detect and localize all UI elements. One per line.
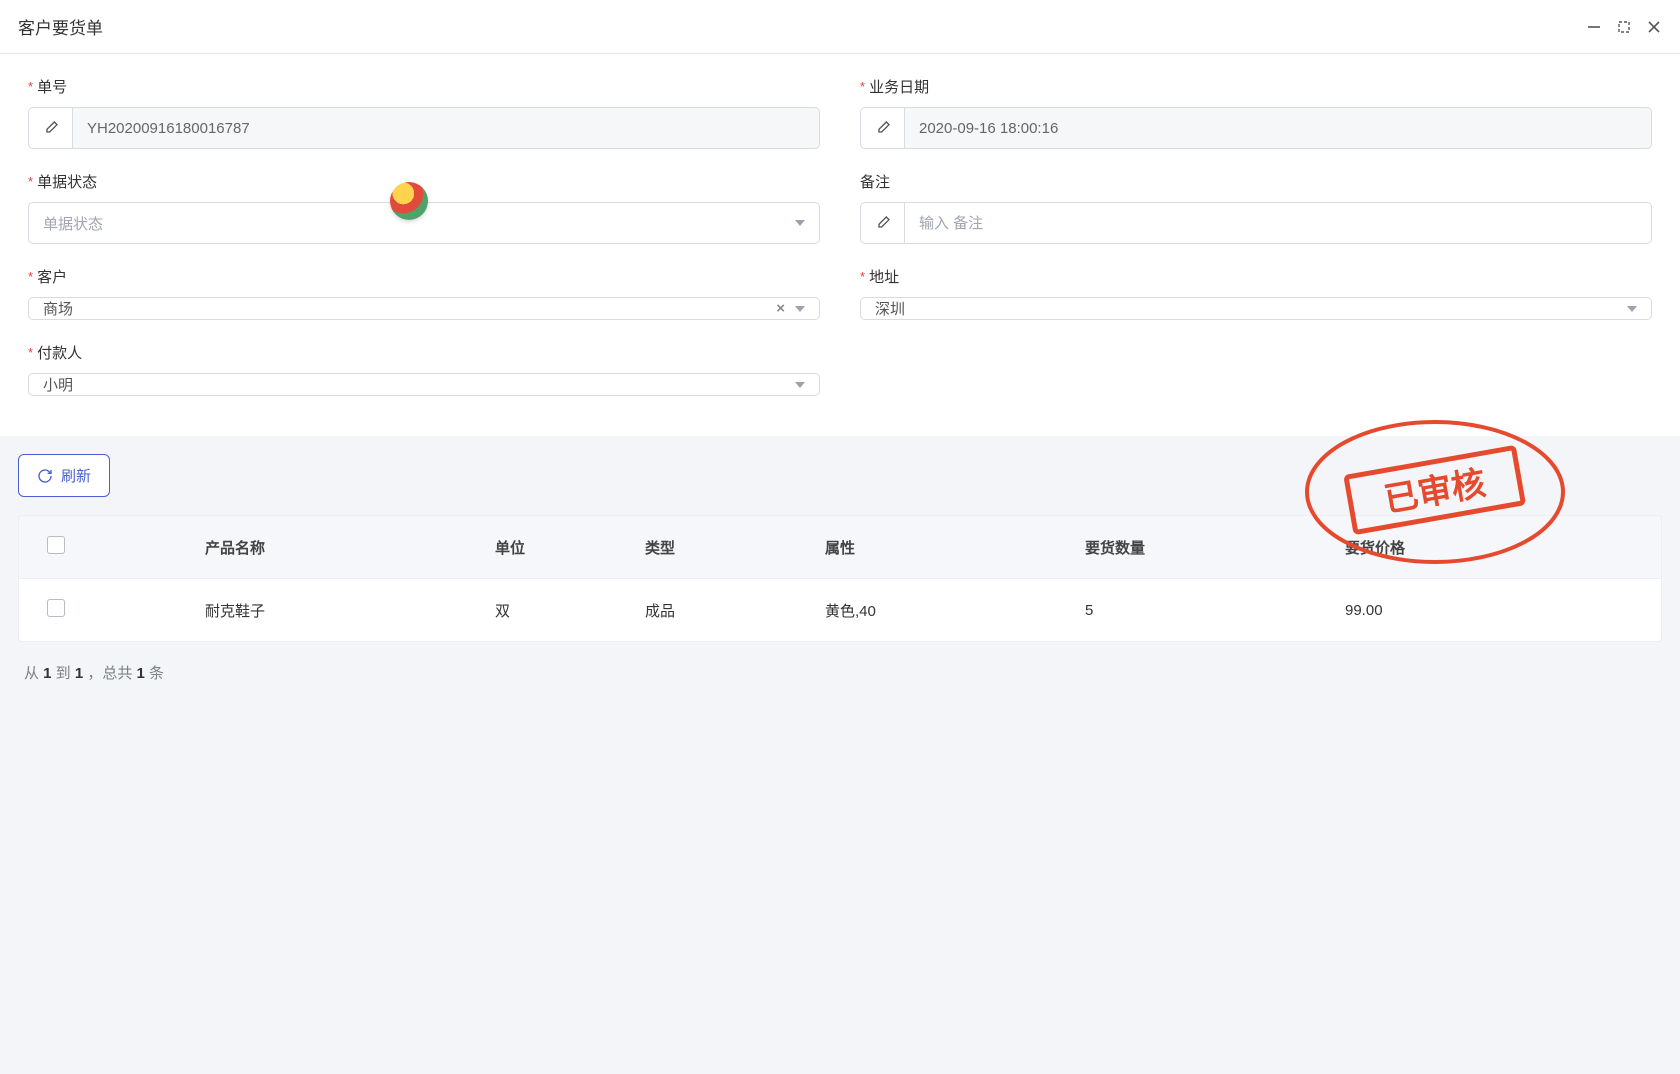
cell-unit: 双 [479, 579, 629, 642]
table-row[interactable]: 耐克鞋子 双 成品 黄色,40 5 99.00 [19, 579, 1661, 642]
label-payer: 付款人 [37, 342, 82, 363]
maximize-button[interactable] [1616, 19, 1632, 35]
select-all-checkbox[interactable] [47, 536, 65, 554]
field-customer: * 客户 商场 × [28, 266, 820, 320]
cell-type: 成品 [629, 579, 809, 642]
order-no-input[interactable] [72, 107, 820, 149]
minimize-button[interactable] [1586, 19, 1602, 35]
refresh-icon [37, 468, 53, 484]
required-star: * [28, 269, 33, 284]
close-button[interactable] [1646, 19, 1662, 35]
col-header-type: 类型 [629, 516, 809, 579]
label-biz-date: 业务日期 [869, 76, 929, 97]
refresh-button[interactable]: 刷新 [18, 454, 110, 497]
label-customer: 客户 [37, 266, 67, 287]
decorative-fruit-icon [390, 182, 428, 220]
address-select[interactable]: 深圳 [860, 297, 1652, 320]
clear-icon[interactable]: × [776, 300, 785, 317]
table-header-row: 产品名称 单位 类型 属性 要货数量 要货价格 [19, 516, 1661, 579]
cell-name: 耐克鞋子 [189, 579, 479, 642]
chevron-down-icon [795, 220, 805, 226]
field-remark: 备注 [860, 171, 1652, 244]
chevron-down-icon [795, 382, 805, 388]
cell-price: 99.00 [1329, 579, 1661, 642]
edit-icon[interactable] [860, 107, 904, 149]
label-status: 单据状态 [37, 171, 97, 192]
required-star: * [28, 174, 33, 189]
col-header-name: 产品名称 [189, 516, 479, 579]
window-controls [1586, 19, 1662, 35]
address-value: 深圳 [875, 298, 905, 319]
products-table: 产品名称 单位 类型 属性 要货数量 要货价格 耐克鞋子 双 成品 黄色,40 … [18, 515, 1662, 642]
col-header-price: 要货价格 [1329, 516, 1661, 579]
required-star: * [28, 79, 33, 94]
field-address: * 地址 深圳 [860, 266, 1652, 320]
payer-value: 小明 [43, 374, 73, 395]
required-star: * [28, 345, 33, 360]
label-address: 地址 [869, 266, 899, 287]
required-star: * [860, 269, 865, 284]
chevron-down-icon [795, 306, 805, 312]
pagination-info: 从 1 到 1 ，总共 1 条 [18, 662, 1662, 683]
customer-value: 商场 [43, 298, 73, 319]
label-remark: 备注 [860, 171, 890, 192]
status-placeholder: 单据状态 [43, 213, 103, 234]
payer-select[interactable]: 小明 [28, 373, 820, 396]
edit-icon[interactable] [860, 202, 904, 244]
chevron-down-icon [1627, 306, 1637, 312]
row-checkbox[interactable] [47, 599, 65, 617]
label-order-no: 单号 [37, 76, 67, 97]
window-header: 客户要货单 [0, 0, 1680, 54]
table-panel: 刷新 产品名称 单位 类型 属性 要货数量 要货价格 耐克鞋子 双 [0, 436, 1680, 701]
field-payer: * 付款人 小明 [28, 342, 820, 396]
col-header-attr: 属性 [809, 516, 1069, 579]
field-order-no: * 单号 [28, 76, 820, 149]
cell-qty: 5 [1069, 579, 1329, 642]
page-title: 客户要货单 [18, 14, 103, 39]
col-header-qty: 要货数量 [1069, 516, 1329, 579]
biz-date-input[interactable] [904, 107, 1652, 149]
cell-attr: 黄色,40 [809, 579, 1069, 642]
field-biz-date: * 业务日期 [860, 76, 1652, 149]
refresh-label: 刷新 [61, 465, 91, 486]
edit-icon[interactable] [28, 107, 72, 149]
required-star: * [860, 79, 865, 94]
remark-input[interactable] [904, 202, 1652, 244]
form-panel: * 单号 * 业务日期 * 单据状态 单据状态 [0, 54, 1680, 436]
col-header-unit: 单位 [479, 516, 629, 579]
customer-select[interactable]: 商场 × [28, 297, 820, 320]
